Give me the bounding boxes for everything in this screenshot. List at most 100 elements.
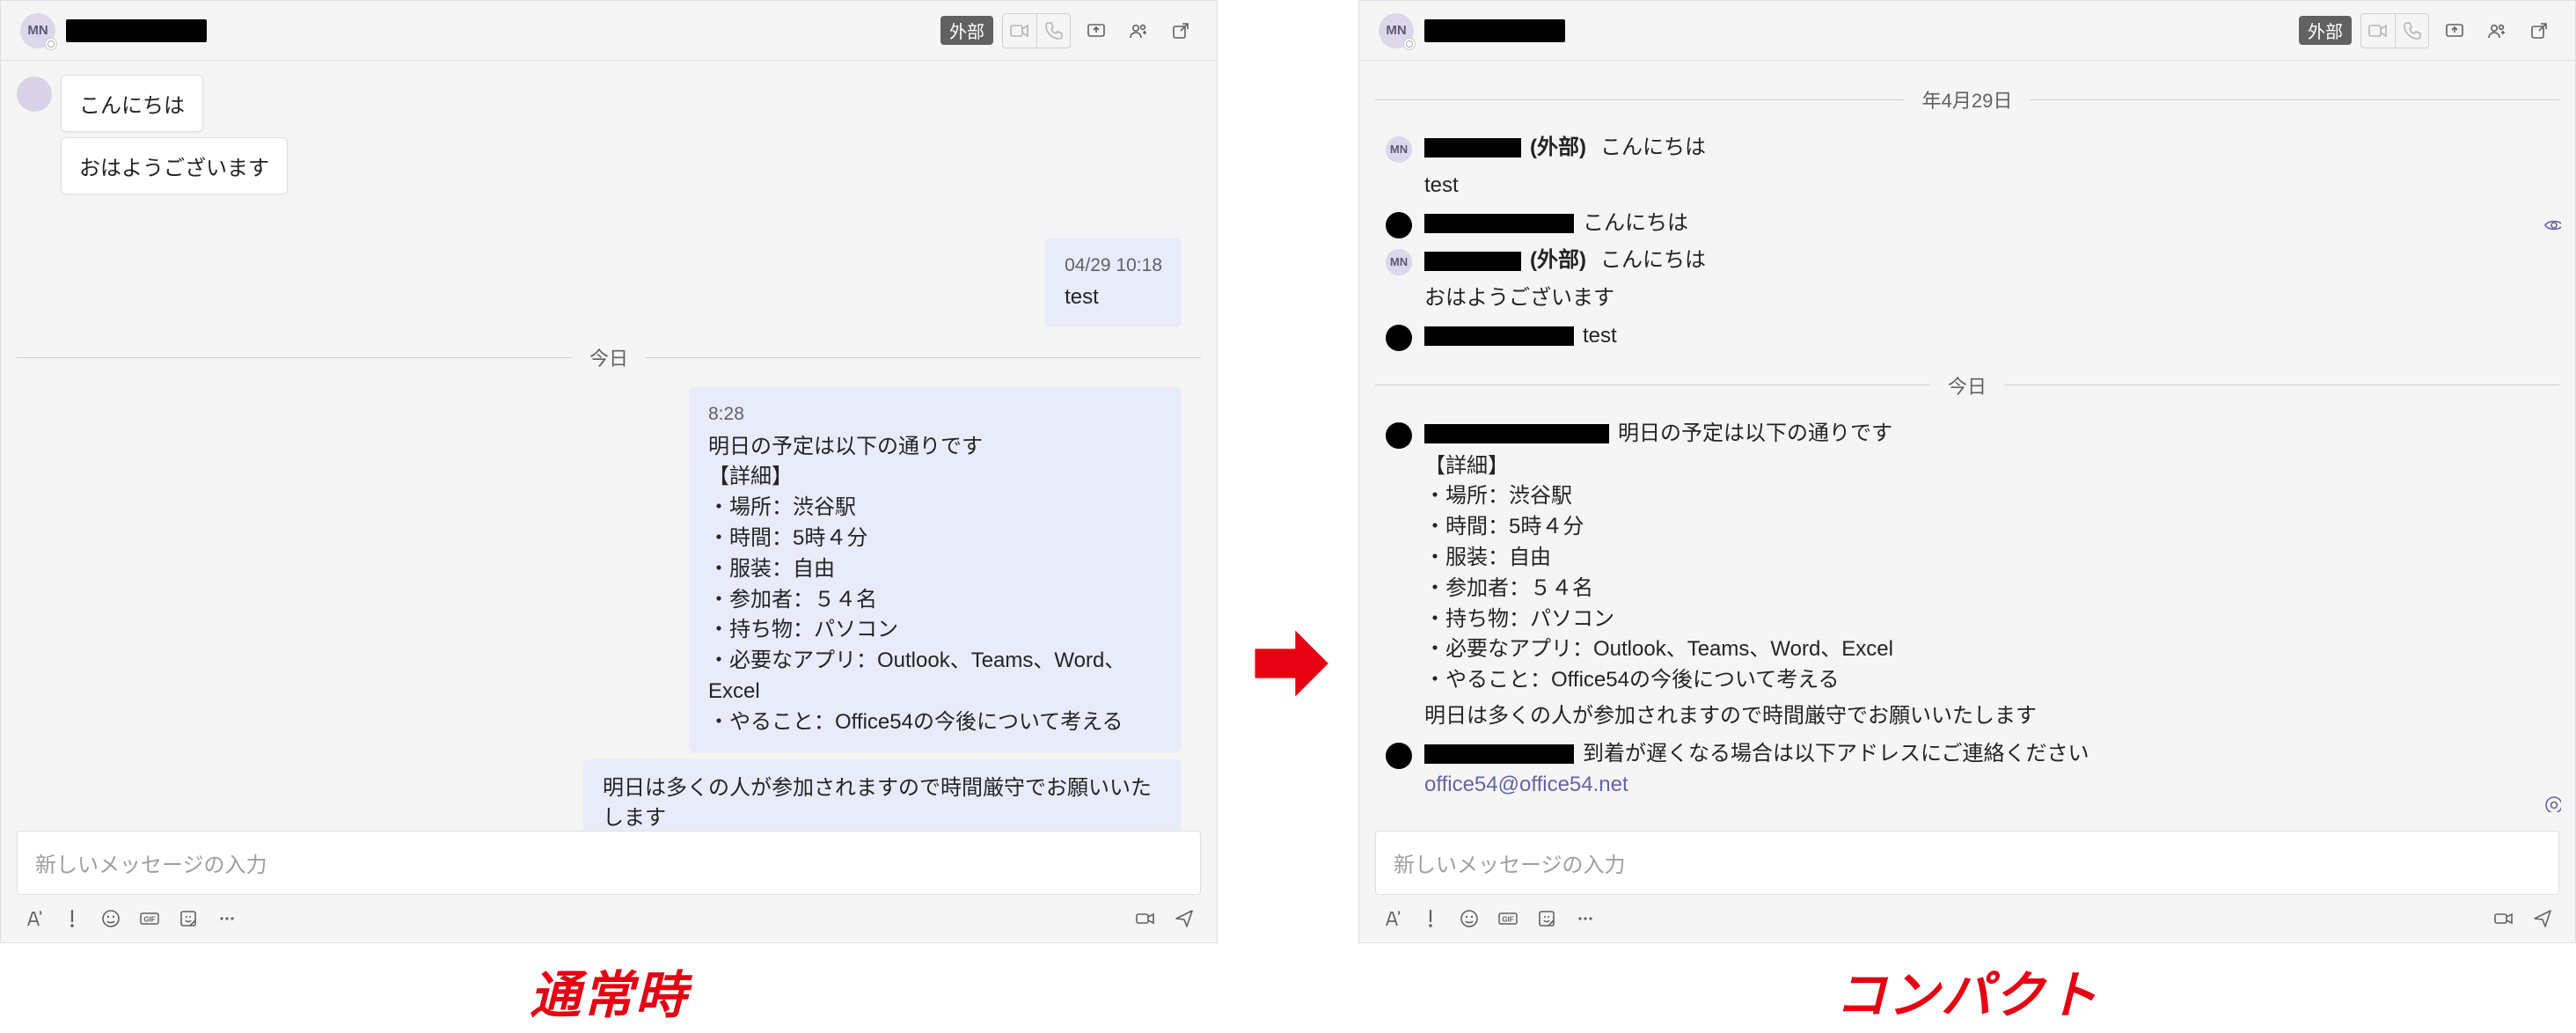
contact-avatar[interactable]: MN <box>20 13 55 48</box>
avatar-initials: MN <box>27 23 48 38</box>
popout-button[interactable] <box>2522 14 2556 48</box>
message-line: 【詳細】 <box>708 462 1162 493</box>
video-call-button[interactable] <box>2361 14 2395 48</box>
message-text: test <box>1065 282 1162 313</box>
compact-message-row[interactable]: 明日の予定は以下の通りです 【詳細】 ・場所：渋谷駅 ・時間：5時４分 ・服装：… <box>1375 415 2559 736</box>
compact-message-row[interactable]: test <box>1375 167 2559 205</box>
message-input[interactable]: 新しいメッセージの入力 <box>17 831 1201 895</box>
contact-name-redacted <box>66 19 207 42</box>
date-divider: 今日 <box>17 343 1201 371</box>
read-receipt-icon <box>2543 215 2561 232</box>
message-bubble[interactable]: 04/29 10:18 test <box>1045 238 1182 327</box>
send-button[interactable] <box>1173 907 1196 930</box>
compact-message-row[interactable]: おはようございます <box>1375 280 2559 318</box>
message-line: ・場所：渋谷駅 <box>1424 481 2549 512</box>
compact-message-row[interactable]: こんにちは <box>1375 205 2559 243</box>
priority-button[interactable] <box>1419 907 1442 930</box>
audio-call-button[interactable] <box>2395 14 2428 48</box>
share-screen-button[interactable] <box>2438 14 2471 48</box>
contact-avatar[interactable]: MN <box>1379 13 1414 48</box>
message-line: 明日の予定は以下の通りです <box>708 432 1162 463</box>
message-text: 明日は多くの人が参加されますので時間厳守でお願いいたします <box>603 773 1162 831</box>
message-line: ・場所：渋谷駅 <box>708 493 1162 524</box>
audio-call-button[interactable] <box>1036 14 1070 48</box>
message-line: ・持ち物：パソコン <box>708 615 1162 646</box>
message-line: ・参加者：５４名 <box>1424 574 2549 604</box>
compose-toolbar <box>17 907 1201 930</box>
message-timestamp: 8:28 <box>708 401 1162 428</box>
message-bubble[interactable]: 8:28 明日の予定は以下の通りです 【詳細】 ・場所：渋谷駅 ・時間：5時４分… <box>689 387 1182 751</box>
sender-avatar <box>1386 422 1412 449</box>
message-bubble[interactable]: こんにちは <box>61 75 203 132</box>
message-text: test <box>1424 171 2549 201</box>
add-people-button[interactable] <box>1122 14 1155 48</box>
sender-avatar: MN <box>1386 249 1412 275</box>
video-call-button[interactable] <box>1003 14 1036 48</box>
send-button[interactable] <box>2531 907 2554 930</box>
panel-normal: MN 外部 こんにちは おはようご <box>0 0 1218 1028</box>
message-line: ・参加者：５４名 <box>708 585 1162 616</box>
priority-button[interactable] <box>61 907 84 930</box>
message-input[interactable]: 新しいメッセージの入力 <box>1375 831 2559 895</box>
message-text: 到着が遅くなる場合は以下アドレスにご連絡ください <box>1583 739 2089 770</box>
compact-message-row[interactable]: MN (外部) こんにちは <box>1375 242 2559 280</box>
call-button-group <box>2360 13 2429 48</box>
emoji-button[interactable] <box>99 907 122 930</box>
message-bubble[interactable]: おはようございます <box>61 137 288 194</box>
message-bubble[interactable]: 明日は多くの人が参加されますので時間厳守でお願いいたします <box>583 759 1182 831</box>
message-text: test <box>1583 321 1617 352</box>
compose-area: 新しいメッセージの入力 <box>1 831 1217 942</box>
message-line: ・やること：Office54の今後について考える <box>1424 665 2549 696</box>
share-screen-button[interactable] <box>1079 14 1113 48</box>
sender-name-redacted <box>1424 424 1609 443</box>
avatar-initials: MN <box>1386 23 1406 38</box>
caption-normal: 通常時 <box>0 954 1218 1028</box>
popout-button[interactable] <box>1164 14 1197 48</box>
caption-compact: コンパクト <box>1358 954 2576 1028</box>
chat-scroll-area[interactable]: 年4月29日 MN (外部) こんにちは test <box>1359 61 2575 831</box>
message-line: 【詳細】 <box>1424 451 2549 482</box>
format-button[interactable] <box>1380 907 1403 930</box>
message-line: ・服装：自由 <box>1424 543 2549 574</box>
sender-name-redacted <box>1424 326 1574 346</box>
message-timestamp: 04/29 10:18 <box>1065 253 1162 279</box>
more-button[interactable] <box>1574 907 1597 930</box>
date-divider: 年4月29日 <box>1375 85 2559 114</box>
meet-now-button[interactable] <box>1134 907 1157 930</box>
compact-message-row[interactable]: MN (外部) こんにちは <box>1375 129 2559 167</box>
contact-name-redacted <box>1424 19 1565 42</box>
sender-avatar <box>1386 212 1412 238</box>
gif-button[interactable] <box>1497 907 1519 930</box>
emoji-button[interactable] <box>1458 907 1481 930</box>
compact-message-row[interactable]: 到着が遅くなる場合は以下アドレスにご連絡ください office54@office… <box>1375 736 2559 804</box>
sender-avatar <box>1386 743 1412 769</box>
add-people-button[interactable] <box>2480 14 2514 48</box>
message-line: ・時間：5時４分 <box>1424 512 2549 543</box>
message-text: こんにちは <box>1600 245 1706 276</box>
compose-toolbar <box>1375 907 2559 930</box>
sender-name-redacted <box>1424 744 1574 764</box>
date-divider: 今日 <box>1375 371 2559 399</box>
message-line: ・やること：Office54の今後について考える <box>708 707 1162 738</box>
message-line: ・必要なアプリ：Outlook、Teams、Word、Excel <box>1424 634 2549 665</box>
compact-message-row[interactable]: test <box>1375 318 2559 355</box>
chat-scroll-area[interactable]: こんにちは おはようございます 04/29 10:18 test 今日 8:28… <box>1 61 1217 831</box>
format-button[interactable] <box>22 907 45 930</box>
external-badge: 外部 <box>940 16 993 45</box>
message-row-other: おはようございます <box>17 137 1201 194</box>
read-receipt-icon <box>2543 795 2561 812</box>
sender-avatar: MN <box>1386 136 1412 163</box>
message-line: ・持ち物：パソコン <box>1424 604 2549 635</box>
sticker-button[interactable] <box>177 907 200 930</box>
message-row-self: 04/29 10:18 test <box>17 238 1201 327</box>
gif-button[interactable] <box>138 907 161 930</box>
meet-now-button[interactable] <box>2492 907 2515 930</box>
call-button-group <box>1002 13 1071 48</box>
sticker-button[interactable] <box>1535 907 1558 930</box>
panel-compact: MN 外部 年4月29日 MN <box>1358 0 2576 1028</box>
message-text: おはようございます <box>1424 283 2549 314</box>
message-text: こんにちは <box>1600 133 1706 164</box>
external-label: (外部) <box>1530 133 1586 164</box>
more-button[interactable] <box>216 907 238 930</box>
message-link[interactable]: office54@office54.net <box>1424 770 2549 801</box>
